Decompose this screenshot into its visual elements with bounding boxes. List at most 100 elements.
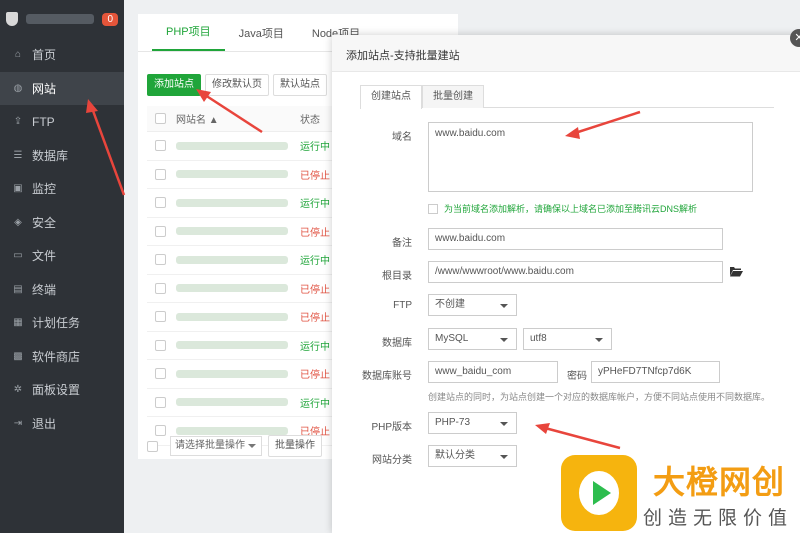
ftp-select[interactable]: 不创建 [428,294,517,316]
sidebar-item-9[interactable]: ▩ 软件商店 [0,340,124,374]
gear-icon: ✲ [13,384,23,396]
sidebar-menu: ⌂ 首页 ◍ 网站 ⇪ FTP ☰ 数据库 ▣ 监控 ◈ 安全 ▭ 文件 ▤ 终端 ▦ 计划任务 ▩ 软件商店 ✲ 面板设… [0,38,124,440]
globe-icon: ◍ [13,82,23,94]
default-site-button[interactable]: 默认站点 [273,74,327,96]
row-checkbox[interactable] [155,140,166,152]
site-name-redacted[interactable] [176,227,288,236]
status-badge[interactable]: 已停止 [300,224,330,239]
sidebar-item-0[interactable]: ⌂ 首页 [0,38,124,72]
password-label: 密码 [567,371,587,382]
row-checkbox[interactable] [155,168,166,180]
sidebar-item-label: 软件商店 [32,349,81,364]
status-badge[interactable]: 已停止 [300,309,330,324]
site-name-redacted[interactable] [176,198,288,207]
password-input[interactable]: yPHeFD7TNfcp7d6K [591,361,720,383]
site-name-redacted[interactable] [176,141,288,150]
sidebar-item-2[interactable]: ⇪ FTP [0,105,124,139]
sidebar-item-label: 退出 [32,416,57,431]
status-badge[interactable]: 运行中 [300,138,330,153]
sidebar-item-label: 网站 [32,81,57,96]
php-version-label: PHP版本 [371,422,412,433]
row-checkbox[interactable] [155,368,166,380]
bulk-actions-bar: 请选择批量操作 批量操作 [147,435,322,457]
row-checkbox[interactable] [155,282,166,294]
terminal-icon: ▤ [13,283,23,295]
bulk-operation-button[interactable]: 批量操作 [268,435,322,457]
notification-badge[interactable]: 0 [102,13,118,26]
bulk-operation-select[interactable]: 请选择批量操作 [170,436,262,456]
sidebar-item-8[interactable]: ▦ 计划任务 [0,306,124,340]
column-status[interactable]: 状态 [300,111,320,126]
row-checkbox[interactable] [155,225,166,237]
status-badge[interactable]: 已停止 [300,281,330,296]
site-category-label: 网站分类 [372,455,412,466]
edit-default-page-button[interactable]: 修改默认页 [205,74,269,96]
folder-icon: ▭ [13,250,23,262]
sidebar-item-10[interactable]: ✲ 面板设置 [0,373,124,407]
database-type-select[interactable]: MySQL [428,328,517,350]
status-badge[interactable]: 已停止 [300,366,330,381]
sidebar-item-5[interactable]: ◈ 安全 [0,206,124,240]
sidebar-item-label: 终端 [32,282,57,297]
status-badge[interactable]: 运行中 [300,395,330,410]
site-name-redacted[interactable] [176,170,288,179]
site-name-redacted[interactable] [176,255,288,264]
sidebar-item-label: 面板设置 [32,383,81,398]
tab-php[interactable]: PHP项目 [152,23,225,51]
calendar-icon: ▦ [13,317,23,329]
sidebar-header: 0 [0,0,124,38]
row-checkbox[interactable] [155,311,166,323]
site-name-redacted[interactable] [176,369,288,378]
charset-select[interactable]: utf8 [523,328,612,350]
monitor-icon: ▣ [13,183,23,195]
row-checkbox[interactable] [155,396,166,408]
column-site-name[interactable]: 网站名 ▲ [176,111,300,126]
domain-label: 域名 [392,132,412,143]
sidebar-item-11[interactable]: ⇥ 退出 [0,407,124,441]
site-name-redacted[interactable] [176,312,288,321]
tab-create-site[interactable]: 创建站点 [360,85,422,109]
folder-open-icon[interactable] [730,266,743,277]
site-name-redacted[interactable] [176,284,288,293]
sidebar-item-6[interactable]: ▭ 文件 [0,239,124,273]
sidebar-item-1[interactable]: ◍ 网站 [0,71,124,105]
site-name-redacted[interactable] [176,426,288,435]
site-name-redacted[interactable] [176,341,288,350]
watermark-title: 大橙网创 [653,464,786,500]
select-all-checkbox[interactable] [155,113,166,124]
root-dir-input[interactable]: /www/wwwroot/www.baidu.com [428,261,723,283]
sidebar-item-label: 数据库 [32,148,69,163]
status-badge[interactable]: 运行中 [300,252,330,267]
sidebar-item-label: 文件 [32,249,57,264]
domain-textarea[interactable]: www.baidu.com [428,122,753,192]
remark-input[interactable]: www.baidu.com [428,228,723,250]
sidebar-item-7[interactable]: ▤ 终端 [0,273,124,307]
tab-java[interactable]: Java项目 [225,25,298,51]
dialog-title: 添加站点-支持批量建站 [332,35,800,72]
row-checkbox[interactable] [155,339,166,351]
sidebar-item-3[interactable]: ☰ 数据库 [0,139,124,173]
row-checkbox[interactable] [155,197,166,209]
remark-label: 备注 [392,238,412,249]
shield-logo-icon [6,12,18,26]
bulk-select-checkbox[interactable] [147,440,158,452]
sidebar-item-label: FTP [32,114,55,129]
site-category-select[interactable]: 默认分类 [428,445,517,467]
sidebar-item-4[interactable]: ▣ 监控 [0,172,124,206]
dns-resolve-option[interactable]: 为当前域名添加解析，请确保以上域名已添加至腾讯云DNS解析 [428,202,697,215]
add-site-button[interactable]: 添加站点 [147,74,201,96]
sidebar: 0 ⌂ 首页 ◍ 网站 ⇪ FTP ☰ 数据库 ▣ 监控 ◈ 安全 ▭ 文件 ▤ 终端 ▦ 计划任务 ▩ 软件商店 ✲ 面… [0,0,124,533]
status-badge[interactable]: 运行中 [300,195,330,210]
php-version-select[interactable]: PHP-73 [428,412,517,434]
grid-icon: ▩ [13,350,23,362]
database-icon: ☰ [13,149,23,161]
site-name-redacted[interactable] [176,398,288,407]
db-account-label: 数据库账号 [362,371,412,382]
status-badge[interactable]: 运行中 [300,338,330,353]
tab-batch-create[interactable]: 批量创建 [422,85,484,108]
status-badge[interactable]: 已停止 [300,167,330,182]
dns-resolve-hint: 为当前域名添加解析，请确保以上域名已添加至腾讯云DNS解析 [444,204,698,214]
row-checkbox[interactable] [155,254,166,266]
logout-icon: ⇥ [13,417,23,429]
dns-resolve-checkbox[interactable] [428,203,438,214]
